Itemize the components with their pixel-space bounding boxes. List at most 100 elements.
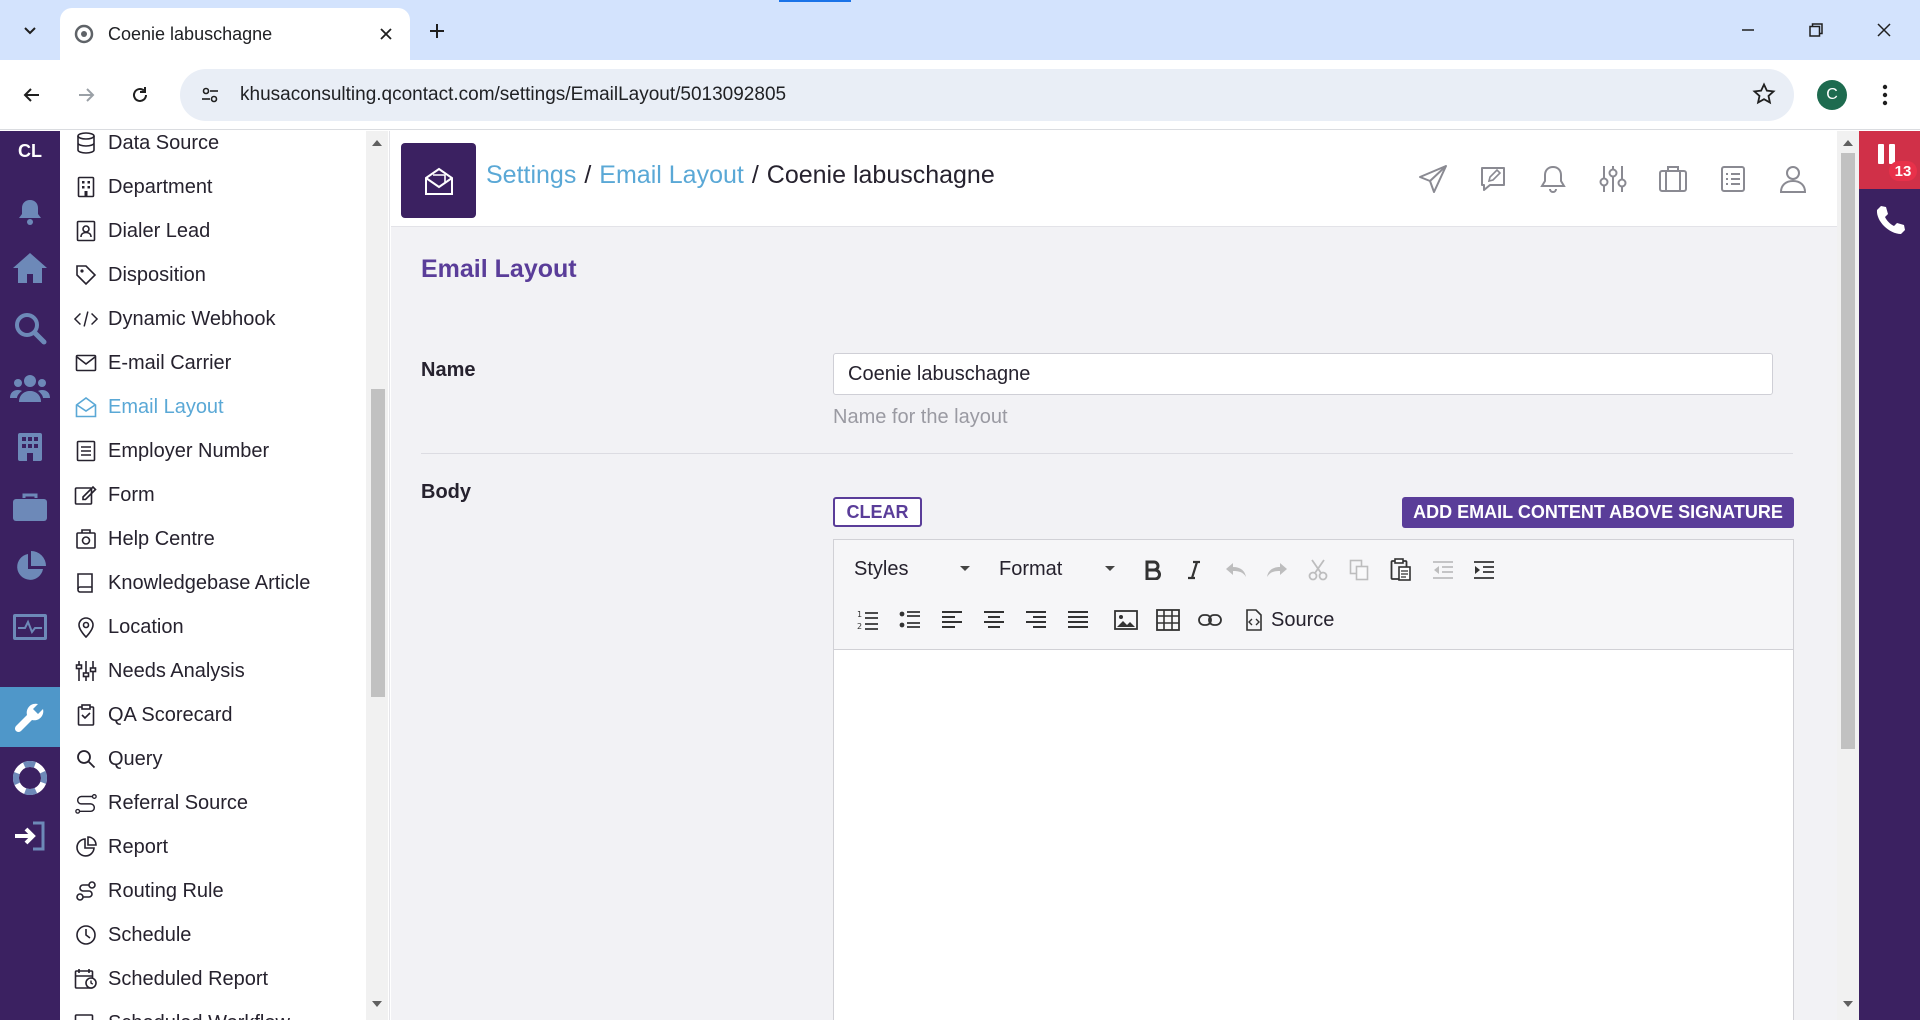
app-logo[interactable]: CL	[0, 141, 60, 162]
rail-home[interactable]	[0, 239, 60, 297]
menu-item-qa-scorecard[interactable]: QA Scorecard	[60, 693, 360, 737]
bookmark-star-icon[interactable]	[1752, 82, 1776, 106]
indent-icon	[1473, 560, 1495, 580]
phone-button[interactable]	[1859, 191, 1920, 249]
insert-table-button[interactable]	[1152, 604, 1184, 636]
outdent-button[interactable]	[1427, 554, 1459, 586]
menu-item-data-source[interactable]: Data Source	[60, 131, 360, 165]
menu-item-email-carrier[interactable]: E-mail Carrier	[60, 341, 360, 385]
align-center-icon	[983, 610, 1005, 630]
paste-button[interactable]	[1385, 554, 1417, 586]
new-tab-button[interactable]	[420, 14, 454, 48]
rail-reports[interactable]	[0, 538, 60, 596]
header-send-button[interactable]	[1413, 159, 1453, 199]
align-left-button[interactable]	[936, 604, 968, 636]
menu-item-dialer-lead[interactable]: Dialer Lead	[60, 209, 360, 253]
menu-item-scheduled-report[interactable]: Scheduled Report	[60, 957, 360, 1001]
menu-item-needs-analysis[interactable]: Needs Analysis	[60, 649, 360, 693]
menu-item-schedule[interactable]: Schedule	[60, 913, 360, 957]
indent-button[interactable]	[1468, 554, 1500, 586]
align-center-button[interactable]	[978, 604, 1010, 636]
header-message-button[interactable]	[1473, 159, 1513, 199]
browser-menu-button[interactable]	[1870, 75, 1900, 115]
minimize-button[interactable]	[1720, 8, 1776, 52]
menu-item-routing-rule[interactable]: Routing Rule	[60, 869, 360, 913]
rail-organisations[interactable]	[0, 418, 60, 476]
redo-button[interactable]	[1261, 554, 1293, 586]
cut-button[interactable]	[1302, 554, 1334, 586]
breadcrumb-email-layout[interactable]: Email Layout	[599, 161, 744, 189]
rail-notifications[interactable]	[0, 183, 60, 241]
insert-link-button[interactable]	[1194, 604, 1226, 636]
scroll-up-icon[interactable]	[1842, 139, 1854, 147]
scroll-down-icon[interactable]	[371, 1000, 383, 1008]
menu-item-scheduled-workflow[interactable]: Scheduled Workflow	[60, 1001, 360, 1020]
rail-logout[interactable]	[0, 807, 60, 865]
header-notifications-button[interactable]	[1533, 159, 1573, 199]
add-email-content-button[interactable]: ADD EMAIL CONTENT ABOVE SIGNATURE	[1402, 497, 1794, 528]
styles-dropdown[interactable]: Styles	[854, 553, 970, 585]
address-bar[interactable]: khusaconsulting.qcontact.com/settings/Em…	[180, 69, 1794, 121]
bold-button[interactable]	[1137, 554, 1169, 586]
close-window-button[interactable]	[1856, 8, 1912, 52]
main-scrollbar[interactable]	[1837, 131, 1859, 1020]
menu-item-employer-number[interactable]: Employer Number	[60, 429, 360, 473]
menu-item-location[interactable]: Location	[60, 605, 360, 649]
header-preferences-button[interactable]	[1593, 159, 1633, 199]
format-dropdown[interactable]: Format	[999, 553, 1115, 585]
menu-item-query[interactable]: Query	[60, 737, 360, 781]
scroll-down-icon[interactable]	[1842, 1000, 1854, 1008]
menu-item-knowledgebase-article[interactable]: Knowledgebase Article	[60, 561, 360, 605]
tab-search-button[interactable]	[10, 10, 50, 50]
header-cases-button[interactable]	[1653, 159, 1693, 199]
close-tab-icon[interactable]	[374, 22, 398, 46]
rail-cases[interactable]	[0, 478, 60, 536]
restore-button[interactable]	[1788, 8, 1844, 52]
menu-item-report[interactable]: Report	[60, 825, 360, 869]
source-button[interactable]: Source	[1237, 604, 1334, 636]
insert-image-button[interactable]	[1110, 604, 1142, 636]
menu-scrollbar-thumb[interactable]	[371, 389, 385, 697]
menu-item-form[interactable]: Form	[60, 473, 360, 517]
rail-contacts[interactable]	[0, 359, 60, 417]
main-scrollbar-thumb[interactable]	[1841, 153, 1855, 749]
browser-tab[interactable]: Coenie labuschagne	[60, 8, 410, 60]
menu-item-dynamic-webhook[interactable]: Dynamic Webhook	[60, 297, 360, 341]
menu-scrollbar[interactable]	[366, 131, 388, 1020]
align-right-button[interactable]	[1020, 604, 1052, 636]
italic-button[interactable]	[1178, 554, 1210, 586]
menu-item-referral-source[interactable]: Referral Source	[60, 781, 360, 825]
reload-button[interactable]	[120, 75, 160, 115]
menu-item-label: Help Centre	[108, 527, 215, 550]
header-list-button[interactable]	[1713, 159, 1753, 199]
justify-button[interactable]	[1062, 604, 1094, 636]
site-info-icon[interactable]	[192, 77, 228, 113]
undo-button[interactable]	[1220, 554, 1252, 586]
name-input[interactable]	[833, 353, 1773, 395]
header-user-button[interactable]	[1773, 159, 1813, 199]
menu-item-help-centre[interactable]: Help Centre	[60, 517, 360, 561]
rail-monitor[interactable]	[0, 598, 60, 656]
scroll-up-icon[interactable]	[371, 139, 383, 147]
rail-search[interactable]	[0, 299, 60, 357]
body-label: Body	[421, 481, 471, 503]
profile-avatar[interactable]: C	[1817, 80, 1847, 110]
section-divider	[421, 453, 1793, 454]
numbered-list-button[interactable]: 12	[852, 604, 884, 636]
back-button[interactable]	[12, 75, 52, 115]
rail-help[interactable]	[0, 749, 60, 807]
call-queue-button[interactable]: 13	[1859, 131, 1920, 189]
menu-item-disposition[interactable]: Disposition	[60, 253, 360, 297]
menu-item-department[interactable]: Department	[60, 165, 360, 209]
bulleted-list-button[interactable]	[894, 604, 926, 636]
forward-button[interactable]	[66, 75, 106, 115]
breadcrumb-settings[interactable]: Settings	[486, 161, 576, 189]
copy-button[interactable]	[1343, 554, 1375, 586]
menu-item-label: Location	[108, 615, 184, 638]
rail-settings[interactable]	[0, 687, 60, 747]
menu-item-email-layout[interactable]: Email Layout	[60, 385, 360, 429]
italic-icon	[1186, 560, 1202, 580]
clear-button[interactable]: CLEAR	[833, 497, 922, 527]
scissors-icon	[1308, 559, 1328, 581]
editor-content-area[interactable]	[834, 651, 1793, 1020]
